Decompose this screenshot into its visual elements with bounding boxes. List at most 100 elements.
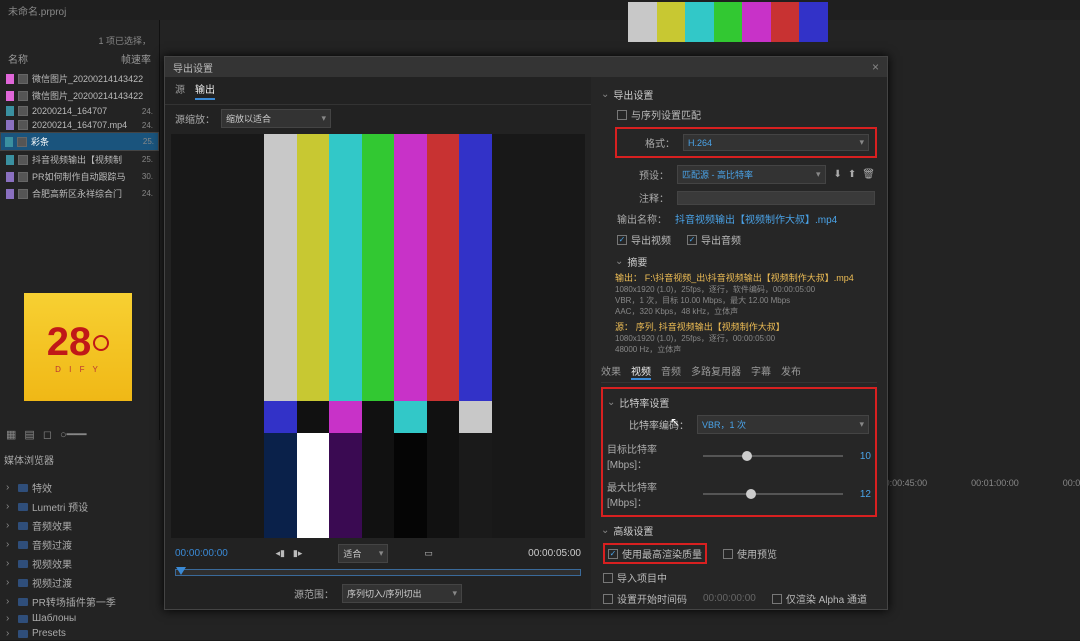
reel-icon [93, 335, 109, 351]
titlebar: 未命名.prproj [0, 0, 1080, 20]
output-name-label: 输出名称： [617, 211, 667, 226]
folder-icon [18, 484, 28, 492]
tree-row[interactable]: ›视频效果 [6, 554, 156, 573]
aspect-icon[interactable]: ▭ [424, 548, 433, 559]
sequence-icon [18, 172, 28, 182]
match-sequence-checkbox[interactable]: 与序列设置匹配 [617, 107, 701, 122]
tree-row[interactable]: ›PR转场插件第一季 [6, 592, 156, 611]
section-summary[interactable]: 摘要 [627, 254, 647, 269]
icon-view-icon[interactable]: ▤ [24, 428, 34, 441]
step-back-icon[interactable]: ◂▮ [275, 548, 284, 559]
panel-tool-row: ▦ ▤ ◻ ○━━━ [6, 428, 86, 441]
start-timecode-checkbox[interactable]: 设置开始时间码 [603, 591, 687, 606]
video-icon [18, 106, 28, 116]
tab-effects[interactable]: 效果 [601, 363, 621, 380]
preset-select[interactable]: 匹配源 - 高比特率▾ [677, 165, 826, 184]
bin-item[interactable]: 抖音视频输出【视频制25. [0, 151, 159, 168]
folder-icon [18, 541, 28, 549]
tree-row[interactable]: ›Presets [6, 626, 156, 641]
tab-output[interactable]: 输出 [195, 81, 215, 100]
folder-icon [18, 522, 28, 530]
delete-preset-icon[interactable]: 🗑 [862, 169, 875, 180]
image-icon [18, 91, 28, 101]
list-view-icon[interactable]: ▦ [6, 428, 16, 441]
max-bitrate-slider[interactable] [703, 493, 843, 495]
import-project-checkbox[interactable]: 导入项目中 [603, 570, 667, 585]
bin-list: 微信图片_20200214143422 微信图片_20200214143422 … [0, 70, 159, 202]
section-export-settings[interactable]: 导出设置 [613, 87, 653, 102]
comments-input[interactable] [677, 191, 875, 205]
folder-icon [18, 598, 28, 606]
start-tc-value: 00:00:00:00 [703, 593, 756, 604]
use-preview-checkbox[interactable]: 使用预览 [723, 546, 777, 561]
col-name[interactable]: 名称 [8, 51, 115, 66]
section-bitrate[interactable]: 比特率设置 [619, 395, 669, 410]
output-name-link[interactable]: 抖音视频输出【视频制作大叔】.mp4 [675, 211, 837, 226]
source-range-select[interactable]: 序列切入/序列切出▾ [342, 584, 462, 603]
scale-select[interactable]: 缩放以适合▾ [221, 109, 331, 128]
bin-item[interactable]: 微信图片_20200214143422 [0, 87, 159, 104]
target-bitrate-slider[interactable] [703, 455, 843, 457]
in-timecode[interactable]: 00:00:00:00 [175, 548, 228, 559]
folder-icon [18, 630, 28, 638]
format-select[interactable]: H.264▾ [683, 134, 869, 151]
export-settings-dialog: 导出设置 × 源 输出 源缩放： 缩放以适合▾ [164, 56, 888, 610]
max-bitrate-label: 最大比特率 [Mbps]： [607, 479, 697, 509]
target-bitrate-label: 目标比特率 [Mbps]： [607, 441, 697, 471]
bin-item[interactable]: 20200214_16470724. [0, 104, 159, 118]
close-icon[interactable]: × [872, 60, 879, 74]
video-icon [18, 120, 28, 130]
tree-row[interactable]: ›Шаблоны [6, 611, 156, 626]
tab-source[interactable]: 源 [175, 81, 185, 100]
export-video-checkbox[interactable]: 导出视频 [617, 232, 671, 247]
fit-select[interactable]: 适合▾ [338, 544, 388, 563]
tab-multiplexer[interactable]: 多路复用器 [691, 363, 741, 380]
tree-row[interactable]: ›特效 [6, 478, 156, 497]
selection-info: 1 项已选择， [0, 32, 159, 49]
tree-row[interactable]: ›视频过渡 [6, 573, 156, 592]
image-icon [18, 74, 28, 84]
media-browser-label: 媒体浏览器 [4, 452, 54, 467]
bitrate-encoding-select[interactable]: VBR，1 次▾ [697, 415, 869, 434]
sequence-icon [17, 137, 27, 147]
col-rate[interactable]: 帧速率 [115, 51, 151, 66]
watermark-logo: 28 D I F Y [24, 293, 132, 401]
section-advanced[interactable]: 高级设置 [613, 523, 653, 538]
tree-row[interactable]: ›音频过渡 [6, 535, 156, 554]
program-monitor-bars [628, 2, 828, 42]
bin-item[interactable]: 20200214_164707.mp424. [0, 118, 159, 132]
target-bitrate-value[interactable]: 10 [849, 451, 871, 462]
zoom-slider[interactable]: ○━━━ [60, 428, 87, 441]
tab-video[interactable]: 视频 [631, 363, 651, 380]
dialog-titlebar[interactable]: 导出设置 × [165, 57, 887, 77]
folder-icon [18, 503, 28, 511]
max-bitrate-value[interactable]: 12 [849, 489, 871, 500]
out-timecode[interactable]: 00:00:05:00 [528, 548, 581, 559]
scrub-bar[interactable] [175, 569, 581, 576]
tab-publish[interactable]: 发布 [781, 363, 801, 380]
step-fwd-icon[interactable]: ▮▸ [293, 548, 302, 559]
preview-monitor [171, 134, 585, 538]
max-render-checkbox[interactable]: 使用最高渲染质量 [608, 546, 702, 561]
folder-icon [18, 560, 28, 568]
save-preset-icon[interactable]: ⬇ [834, 169, 842, 180]
freeform-icon[interactable]: ◻ [43, 428, 52, 441]
bin-item[interactable]: 微信图片_20200214143422 [0, 70, 159, 87]
effects-tree: ›特效 ›Lumetri 预设 ›音频效果 ›音频过渡 ›视频效果 ›视频过渡 … [6, 478, 156, 641]
export-audio-checkbox[interactable]: 导出音频 [687, 232, 741, 247]
playhead-icon[interactable] [176, 567, 186, 575]
folder-icon [18, 579, 28, 587]
tree-row[interactable]: ›Lumetri 预设 [6, 497, 156, 516]
alpha-only-checkbox[interactable]: 仅渲染 Alpha 通道 [772, 591, 867, 606]
tab-audio[interactable]: 音频 [661, 363, 681, 380]
tab-captions[interactable]: 字幕 [751, 363, 771, 380]
preset-label: 预设： [617, 167, 669, 182]
bin-item-selected[interactable]: 彩条25. [0, 132, 159, 151]
scale-label: 源缩放： [175, 111, 215, 126]
dialog-title: 导出设置 [173, 60, 213, 75]
import-preset-icon[interactable]: ⬆ [848, 169, 856, 180]
tree-row[interactable]: ›音频效果 [6, 516, 156, 535]
bin-item[interactable]: 合肥高新区永祥综合门24. [0, 185, 159, 202]
range-label: 源范围： [294, 586, 334, 601]
bin-item[interactable]: PR如何制作自动跟踪马30. [0, 168, 159, 185]
